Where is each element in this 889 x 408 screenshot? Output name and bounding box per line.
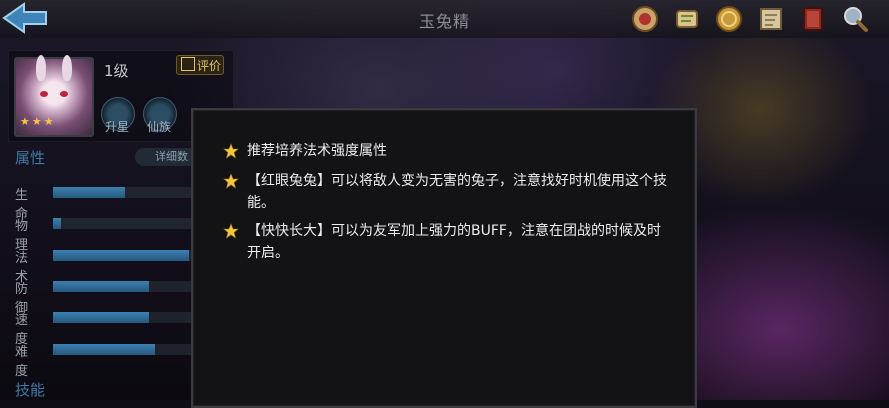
scroll-icon[interactable]: [671, 3, 703, 35]
tip-text: 推荐培养法术强度属性: [247, 143, 387, 159]
map-icon[interactable]: [755, 3, 787, 35]
stat-bar: [53, 250, 213, 261]
rate-label: 评价: [197, 59, 222, 73]
stat-bar-fill: [53, 250, 189, 261]
stat-bar-fill: [53, 312, 149, 323]
skills-title: 技能: [15, 381, 46, 399]
stat-label: 难度: [15, 345, 29, 379]
portrait-ear-right: [62, 55, 72, 81]
stat-bar: [53, 312, 213, 323]
rate-button[interactable]: 评价: [176, 55, 224, 75]
top-bar: 玉兔精: [0, 0, 889, 38]
portrait-eye-right: [60, 91, 68, 97]
hero-level: 1级: [104, 62, 129, 80]
stat-bar-fill: [53, 281, 149, 292]
hero-star-rating: ★ ★ ★: [20, 115, 54, 128]
book-icon[interactable]: [797, 3, 829, 35]
star-icon: ★: [31, 115, 42, 128]
stat-bar: [53, 344, 213, 355]
portrait-ear-left: [36, 55, 46, 81]
upgrade-star-label: 升星: [105, 120, 130, 134]
stat-bar-fill: [53, 187, 125, 198]
star-icon: ★: [20, 115, 30, 128]
tip-text: 【快快长大】可以为友军加上强力的BUFF，注意在团战的时候及时开启。: [247, 223, 661, 261]
stat-bar: [53, 281, 213, 292]
star-icon: [223, 143, 239, 159]
top-icon-bar: [629, 3, 871, 35]
stat-bar-fill: [53, 344, 156, 355]
tip-text: 【红眼兔兔】可以将敌人变为无害的兔子，注意找好时机使用这个技能。: [247, 173, 667, 211]
fairy-clan-label: 仙族: [147, 120, 172, 134]
edit-icon: [181, 57, 195, 71]
portrait-eye-left: [40, 91, 48, 97]
tip-item: 【快快长大】可以为友军加上强力的BUFF，注意在团战的时候及时开启。: [223, 220, 673, 264]
star-icon: [223, 173, 239, 189]
star-icon: [223, 223, 239, 239]
tips-dialog[interactable]: 推荐培养法术强度属性 【红眼兔兔】可以将敌人变为无害的兔子，注意找好时机使用这个…: [191, 108, 697, 408]
tip-item: 【红眼兔兔】可以将敌人变为无害的兔子，注意找好时机使用这个技能。: [223, 170, 673, 214]
star-icon: ★: [43, 115, 54, 128]
stat-bar-fill: [53, 218, 61, 229]
magnifier-icon[interactable]: [839, 3, 871, 35]
tip-item: 推荐培养法术强度属性: [223, 140, 673, 162]
coin-icon[interactable]: [713, 3, 745, 35]
stat-bar: [53, 187, 213, 198]
scroll-seal-icon[interactable]: [629, 3, 661, 35]
attributes-title: 属性: [15, 149, 46, 167]
stat-bar: [53, 218, 213, 229]
